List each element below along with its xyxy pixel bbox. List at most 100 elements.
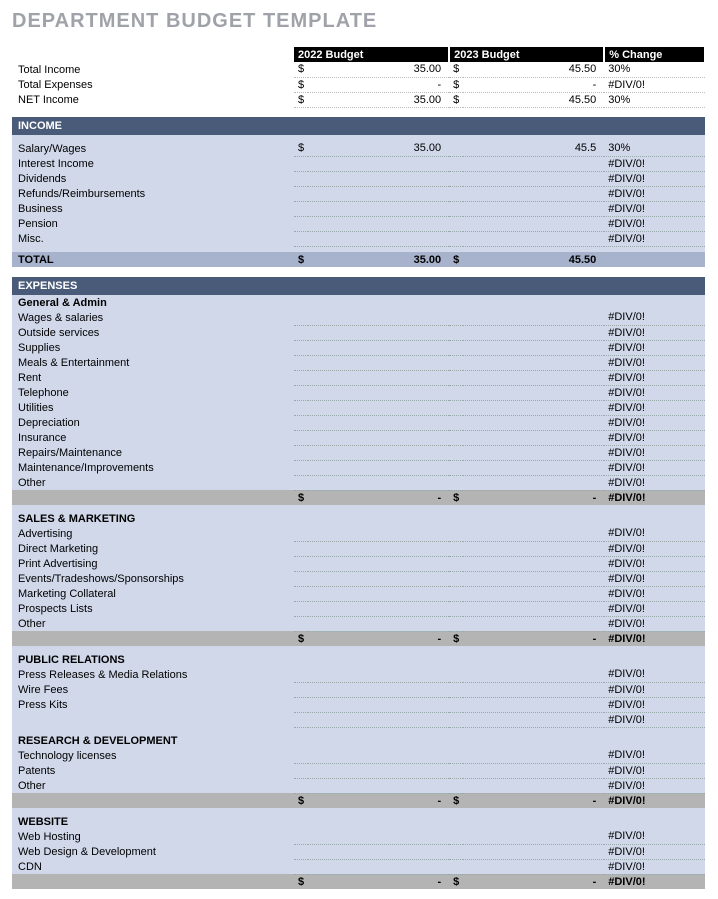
expense-row-label: Direct Marketing [12,541,294,556]
expense-2023-cell[interactable] [463,475,604,490]
expense-2023-cell[interactable] [463,310,604,325]
income-2023-cell[interactable]: 45.5 [463,141,604,156]
expense-2023-cell[interactable] [463,556,604,571]
expense-2022-cell[interactable] [308,400,449,415]
expense-2022-cell[interactable] [308,682,449,697]
expense-2023-cell[interactable] [463,859,604,874]
expense-2022-cell[interactable] [308,778,449,793]
expense-2023-cell[interactable] [463,325,604,340]
income-2023-cell[interactable] [463,201,604,216]
expense-2023-cell[interactable] [463,748,604,763]
income-2023-cell[interactable] [463,231,604,246]
income-2022-cell[interactable]: 35.00 [308,141,449,156]
expense-2022-cell[interactable] [308,829,449,844]
currency-symbol: $ [449,62,463,77]
income-2022-cell[interactable] [308,171,449,186]
expense-2022-cell[interactable] [308,370,449,385]
expense-2022-cell[interactable] [308,310,449,325]
summary-2022-value[interactable]: 35.00 [308,92,449,107]
expense-2022-cell[interactable] [308,475,449,490]
expense-2023-cell[interactable] [463,445,604,460]
summary-pct: #DIV/0! [604,77,705,92]
expense-2023-cell[interactable] [463,526,604,541]
income-row-label: Refunds/Reimbursements [12,186,294,201]
income-2022-cell[interactable] [308,216,449,231]
expense-2023-cell[interactable] [463,415,604,430]
expense-2022-cell[interactable] [308,712,449,727]
currency-symbol: $ [449,77,463,92]
expense-2022-cell[interactable] [308,616,449,631]
expense-2023-cell[interactable] [463,541,604,556]
expense-2023-cell[interactable] [463,571,604,586]
currency-symbol [449,400,463,415]
expense-2022-cell[interactable] [308,526,449,541]
expense-2022-cell[interactable] [308,586,449,601]
expense-2022-cell[interactable] [308,697,449,712]
currency-symbol [294,325,308,340]
expense-pct-cell: #DIV/0! [604,430,705,445]
expense-2023-cell[interactable] [463,667,604,682]
expense-2022-cell[interactable] [308,385,449,400]
expense-2023-cell[interactable] [463,763,604,778]
currency-symbol [449,859,463,874]
income-2023-cell[interactable] [463,156,604,171]
expense-2023-cell[interactable] [463,682,604,697]
expense-2022-cell[interactable] [308,571,449,586]
currency-symbol [294,712,308,727]
currency-symbol: $ [449,252,463,267]
header-2022: 2022 Budget [294,47,449,62]
currency-symbol: $ [294,92,308,107]
expense-2022-cell[interactable] [308,340,449,355]
expense-2022-cell[interactable] [308,556,449,571]
expense-2022-cell[interactable] [308,859,449,874]
expense-2023-cell[interactable] [463,616,604,631]
expense-2023-cell[interactable] [463,355,604,370]
expense-2022-cell[interactable] [308,430,449,445]
expense-2023-cell[interactable] [463,385,604,400]
expense-2022-cell[interactable] [308,355,449,370]
summary-2022-value[interactable]: 35.00 [308,62,449,77]
income-2022-cell[interactable] [308,231,449,246]
expense-2023-cell[interactable] [463,601,604,616]
expense-2023-cell[interactable] [463,340,604,355]
expense-2022-cell[interactable] [308,601,449,616]
expense-2022-cell[interactable] [308,667,449,682]
income-2023-cell[interactable] [463,186,604,201]
expense-2022-cell[interactable] [308,445,449,460]
income-2022-cell[interactable] [308,201,449,216]
currency-symbol [294,156,308,171]
income-2022-cell[interactable] [308,156,449,171]
expense-2023-cell[interactable] [463,400,604,415]
expense-2023-cell[interactable] [463,586,604,601]
expense-2022-cell[interactable] [308,415,449,430]
expense-2023-cell[interactable] [463,778,604,793]
summary-2023-value[interactable]: - [463,77,604,92]
expense-2022-cell[interactable] [308,325,449,340]
currency-symbol: $ [294,874,308,889]
header-spacer [12,47,294,62]
expense-2023-cell[interactable] [463,844,604,859]
expense-2022-cell[interactable] [308,763,449,778]
currency-symbol [449,460,463,475]
income-2023-cell[interactable] [463,216,604,231]
income-2022-cell[interactable] [308,186,449,201]
expense-2022-cell[interactable] [308,844,449,859]
expense-2022-cell[interactable] [308,748,449,763]
expense-2023-cell[interactable] [463,712,604,727]
expense-2023-cell[interactable] [463,460,604,475]
currency-symbol [449,445,463,460]
currency-symbol [294,430,308,445]
summary-2023-value[interactable]: 45.50 [463,92,604,107]
income-2023-cell[interactable] [463,171,604,186]
summary-2022-value[interactable]: - [308,77,449,92]
expense-2023-cell[interactable] [463,697,604,712]
expense-2022-cell[interactable] [308,541,449,556]
expense-pct-cell: #DIV/0! [604,748,705,763]
expense-2023-cell[interactable] [463,370,604,385]
expense-2023-cell[interactable] [463,829,604,844]
summary-2023-value[interactable]: 45.50 [463,62,604,77]
expense-2022-cell[interactable] [308,460,449,475]
expense-2023-cell[interactable] [463,430,604,445]
expense-pct-cell: #DIV/0! [604,697,705,712]
expense-pct-cell: #DIV/0! [604,325,705,340]
